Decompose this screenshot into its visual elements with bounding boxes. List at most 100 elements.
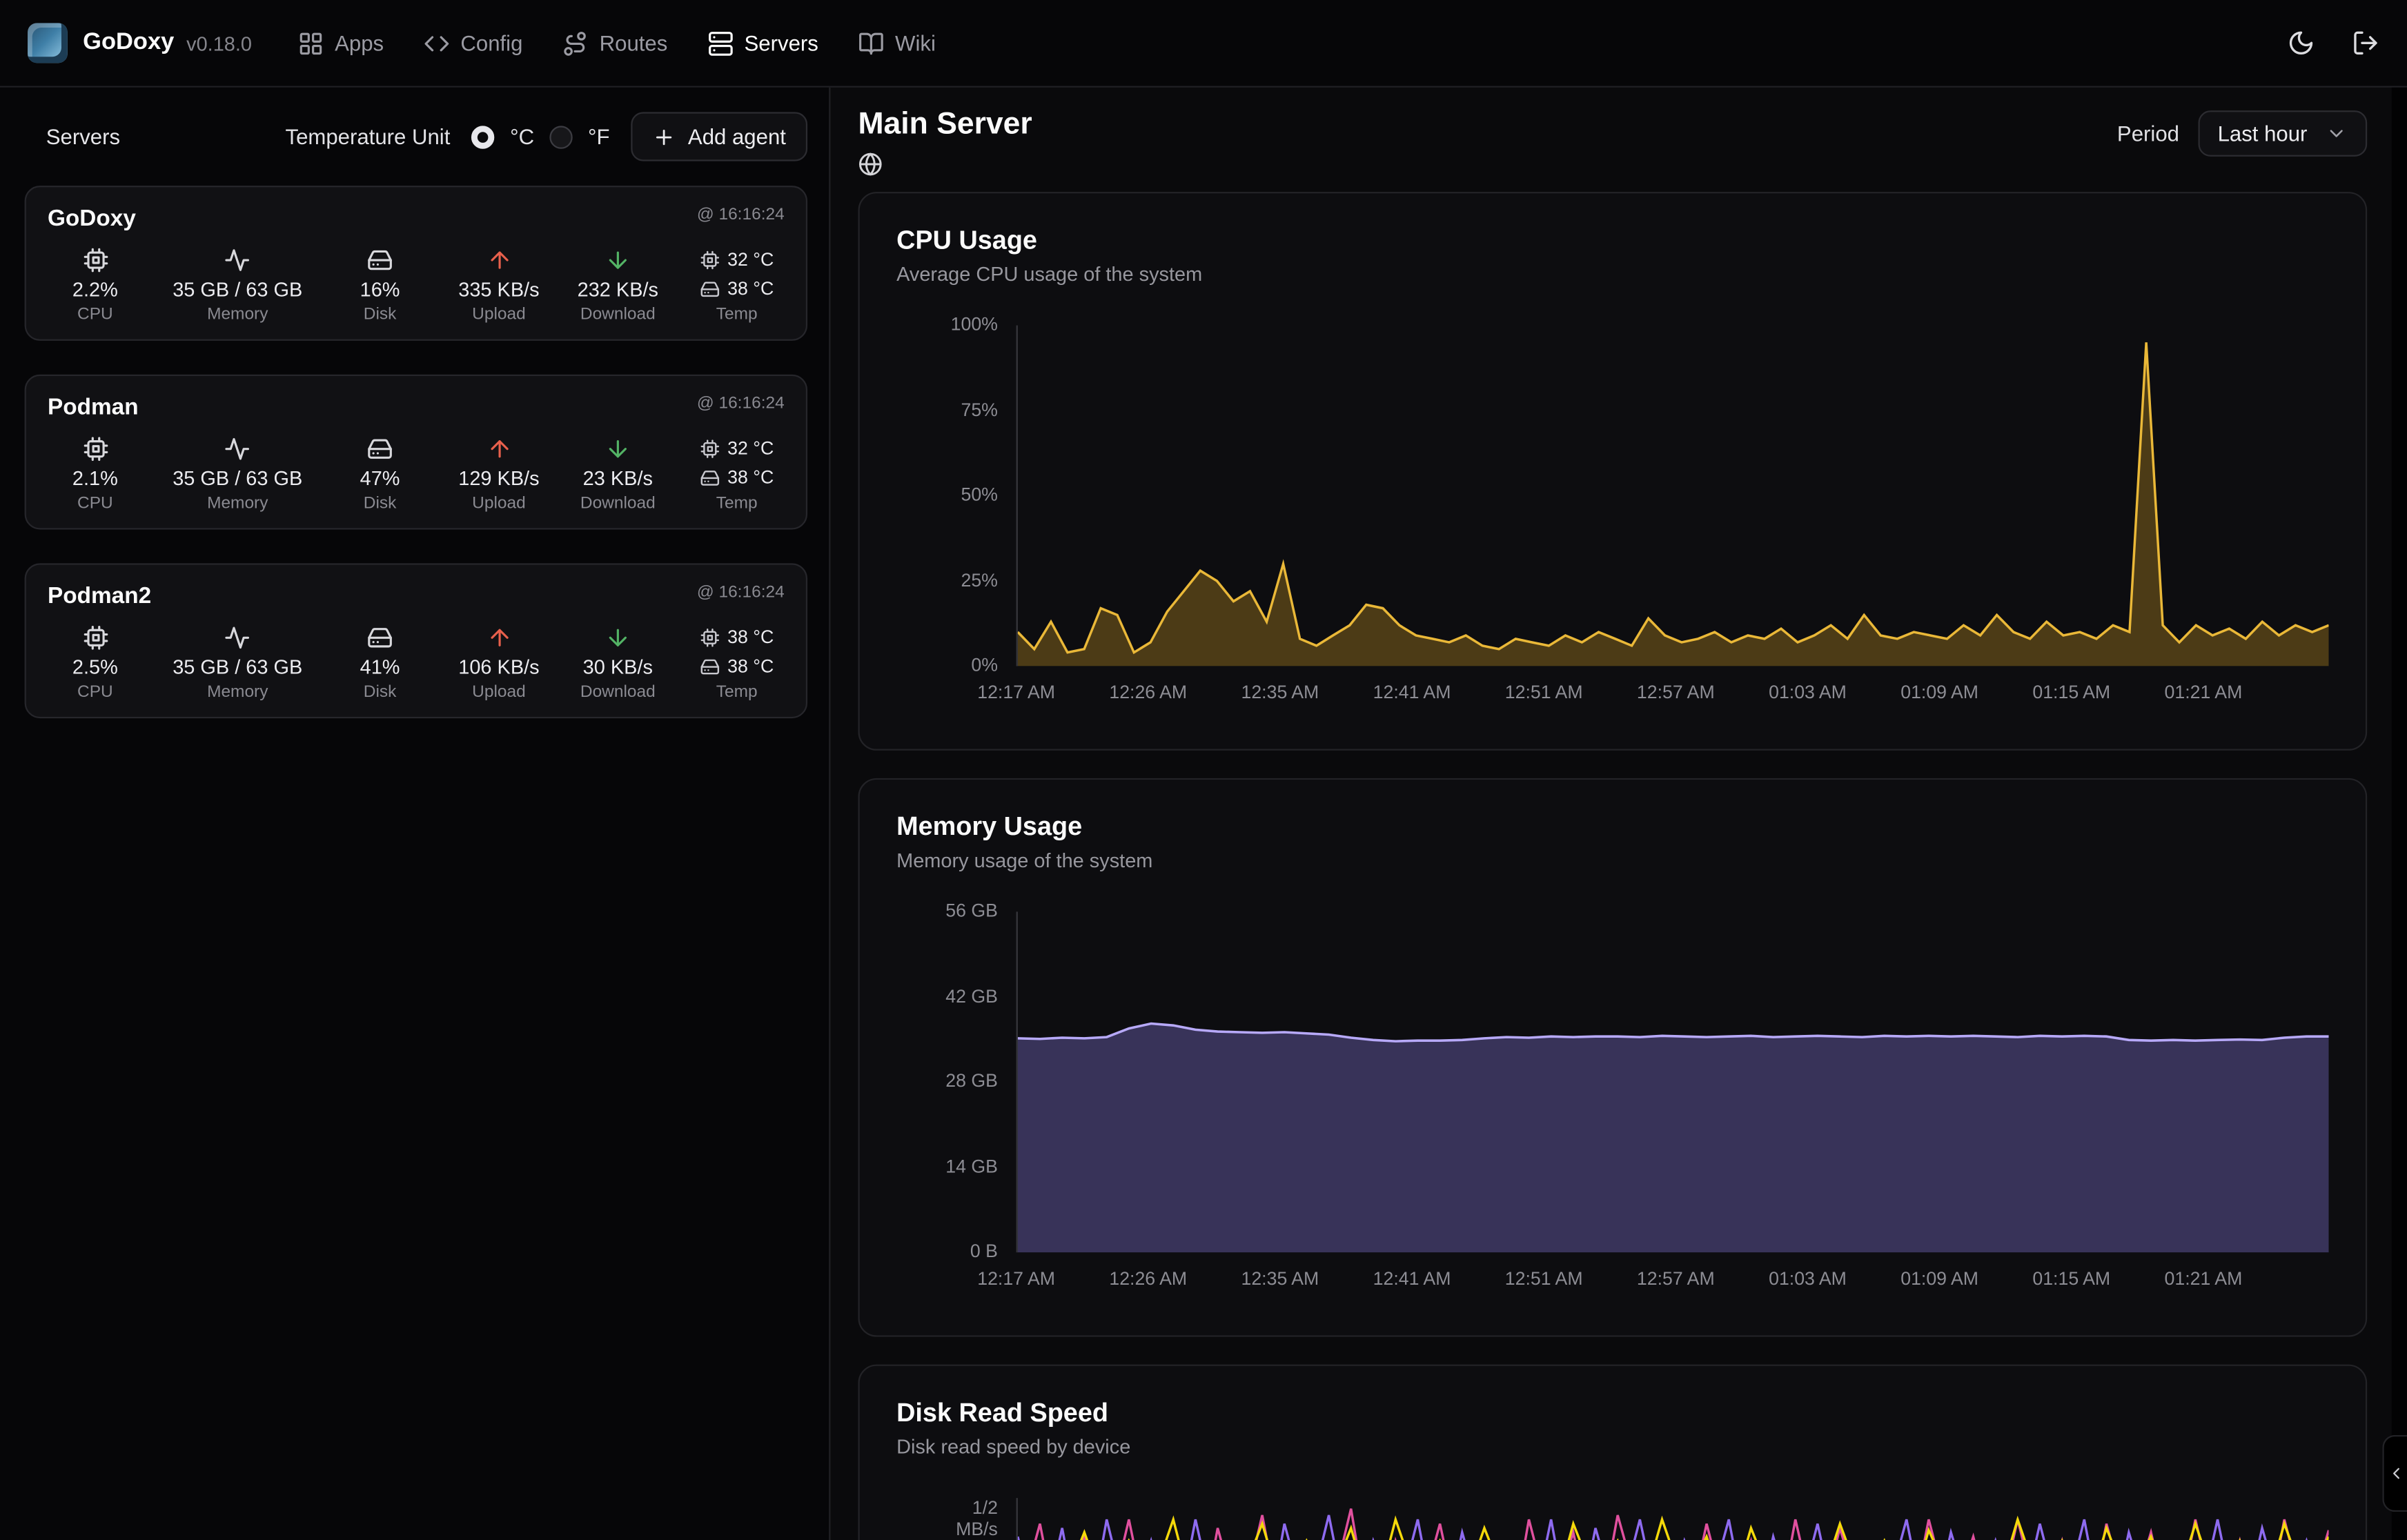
nav-item-label: Config (460, 30, 522, 55)
upload-value: 106 KB/s (458, 655, 539, 678)
hard-drive-icon (700, 656, 720, 676)
chart-svg (1018, 911, 2329, 1252)
cpu-stat: 2.1% CPU (54, 436, 137, 513)
period-value: Last hour (2218, 121, 2308, 146)
server-timestamp: @ 16:16:24 (697, 206, 785, 224)
moon-icon[interactable] (2288, 29, 2315, 57)
period-select[interactable]: Last hour (2198, 110, 2368, 157)
add-agent-button[interactable]: Add agent (631, 112, 807, 161)
temperature-unit-label: Temperature Unit (286, 124, 451, 149)
servers-sidebar: Servers Temperature Unit °C °F Add agent… (0, 88, 830, 1540)
download-value: 23 KB/s (583, 466, 653, 489)
right-edge-strip (2392, 88, 2407, 1540)
app-name: GoDoxy (83, 29, 174, 57)
disk-stat: 47% Disk (339, 436, 422, 513)
y-tick-label: 42 GB (896, 986, 998, 1007)
x-tick-label: 12:41 AM (1373, 682, 1451, 703)
navbar-actions (2288, 29, 2379, 57)
activity-icon (224, 436, 250, 462)
upload-value: 129 KB/s (458, 466, 539, 489)
logout-icon[interactable] (2352, 29, 2379, 57)
y-tick-label: 25% (896, 571, 998, 592)
nav-item-label: Wiki (895, 30, 936, 55)
cpu-temp-value: 32 °C (727, 437, 774, 459)
sidebar-title: Servers (46, 124, 120, 149)
chart-line (1018, 1519, 2329, 1540)
chart-area-fill (1018, 342, 2329, 666)
add-agent-label: Add agent (688, 124, 786, 149)
hard-drive-icon (367, 436, 393, 462)
memory-stat: 35 GB / 63 GB Memory (173, 247, 302, 324)
upload-label: Upload (472, 683, 526, 702)
globe-icon[interactable] (858, 152, 883, 177)
godoxy-app: GoDoxy v0.18.0 Apps Config Routes Server… (0, 0, 2407, 1540)
download-stat: 23 KB/s Download (576, 436, 659, 513)
upload-stat: 129 KB/s Upload (458, 436, 540, 513)
temp-label: Temp (716, 306, 758, 324)
cpu-usage-chart: 100%75%50%25%0% 12:17 AM12:26 AM12:35 AM… (896, 326, 2328, 718)
nav-items: Apps Config Routes Servers Wiki (298, 30, 936, 56)
y-tick-label: 0 B (896, 1242, 998, 1263)
cpu-label: CPU (77, 494, 113, 513)
x-tick-label: 12:26 AM (1109, 1267, 1187, 1289)
fahrenheit-label: °F (588, 124, 609, 149)
nav-item-config[interactable]: Config (424, 30, 522, 56)
download-label: Download (580, 494, 656, 513)
nav-item-wiki[interactable]: Wiki (858, 30, 936, 56)
nav-item-servers[interactable]: Servers (707, 30, 818, 56)
download-stat: 30 KB/s Download (576, 624, 659, 701)
chart-svg (1018, 326, 2329, 667)
chart-svg (1018, 1498, 2329, 1540)
memory-value: 35 GB / 63 GB (173, 655, 302, 678)
period-group: Period Last hour (2117, 110, 2367, 157)
y-tick-label: 1/2 MB/s (896, 1499, 998, 1540)
plot-area (1016, 911, 2329, 1252)
celsius-radio[interactable] (472, 125, 495, 148)
cpu-value: 2.1% (72, 466, 118, 489)
disk-stat: 16% Disk (339, 247, 422, 324)
chart-area-fill (1018, 1024, 2329, 1253)
download-stat: 232 KB/s Download (576, 247, 659, 324)
memory-usage-chart: 56 GB42 GB28 GB14 GB0 B 12:17 AM12:26 AM… (896, 911, 2328, 1304)
x-tick-label: 12:17 AM (977, 1267, 1055, 1289)
x-tick-label: 01:09 AM (1900, 682, 1978, 703)
code-icon (424, 30, 450, 56)
server-card-podman2[interactable]: Podman2 @ 16:16:24 2.5% CPU 35 GB / 63 G… (25, 563, 807, 718)
hard-drive-icon (367, 624, 393, 651)
server-stats: 2.1% CPU 35 GB / 63 GB Memory 47% Disk (48, 436, 785, 513)
server-name: GoDoxy (48, 206, 136, 232)
hard-drive-icon (700, 279, 720, 299)
plus-icon (653, 125, 676, 148)
app-version: v0.18.0 (186, 32, 252, 55)
nav-item-apps[interactable]: Apps (298, 30, 384, 56)
memory-usage-card: Memory Usage Memory usage of the system … (858, 778, 2367, 1337)
x-axis: 12:17 AM12:26 AM12:35 AM12:41 AM12:51 AM… (1016, 682, 2329, 718)
plot-area (1016, 326, 2329, 667)
download-arrow-icon (605, 247, 631, 273)
chart-title: Disk Read Speed (896, 1396, 2328, 1430)
nav-item-label: Servers (745, 30, 818, 55)
server-card-godoxy[interactable]: GoDoxy @ 16:16:24 2.2% CPU 35 GB / 63 GB… (25, 186, 807, 341)
nav-item-label: Apps (335, 30, 384, 55)
upload-stat: 335 KB/s Upload (458, 247, 540, 324)
x-tick-label: 01:21 AM (2165, 682, 2243, 703)
grid-icon (298, 30, 324, 56)
memory-label: Memory (207, 494, 268, 513)
cpu-icon (700, 249, 720, 269)
collapse-right-panel-handle[interactable] (2382, 1435, 2407, 1512)
x-tick-label: 01:03 AM (1769, 1267, 1847, 1289)
x-tick-label: 12:51 AM (1505, 682, 1583, 703)
nav-item-routes[interactable]: Routes (562, 30, 667, 56)
cpu-stat: 2.2% CPU (54, 247, 137, 324)
page-title: Main Server (858, 108, 1032, 141)
chart-title: Memory Usage (896, 811, 2328, 845)
cpu-icon (82, 247, 108, 273)
fahrenheit-radio[interactable] (549, 125, 572, 148)
hard-drive-icon (367, 247, 393, 273)
x-axis: 12:17 AM12:26 AM12:35 AM12:41 AM12:51 AM… (1016, 1267, 2329, 1304)
server-card-podman[interactable]: Podman @ 16:16:24 2.1% CPU 35 GB / 63 GB… (25, 375, 807, 530)
x-tick-label: 12:57 AM (1637, 1267, 1715, 1289)
godoxy-logo-icon[interactable] (28, 23, 68, 63)
chart-title: CPU Usage (896, 224, 2328, 258)
server-name: Podman2 (48, 583, 151, 609)
